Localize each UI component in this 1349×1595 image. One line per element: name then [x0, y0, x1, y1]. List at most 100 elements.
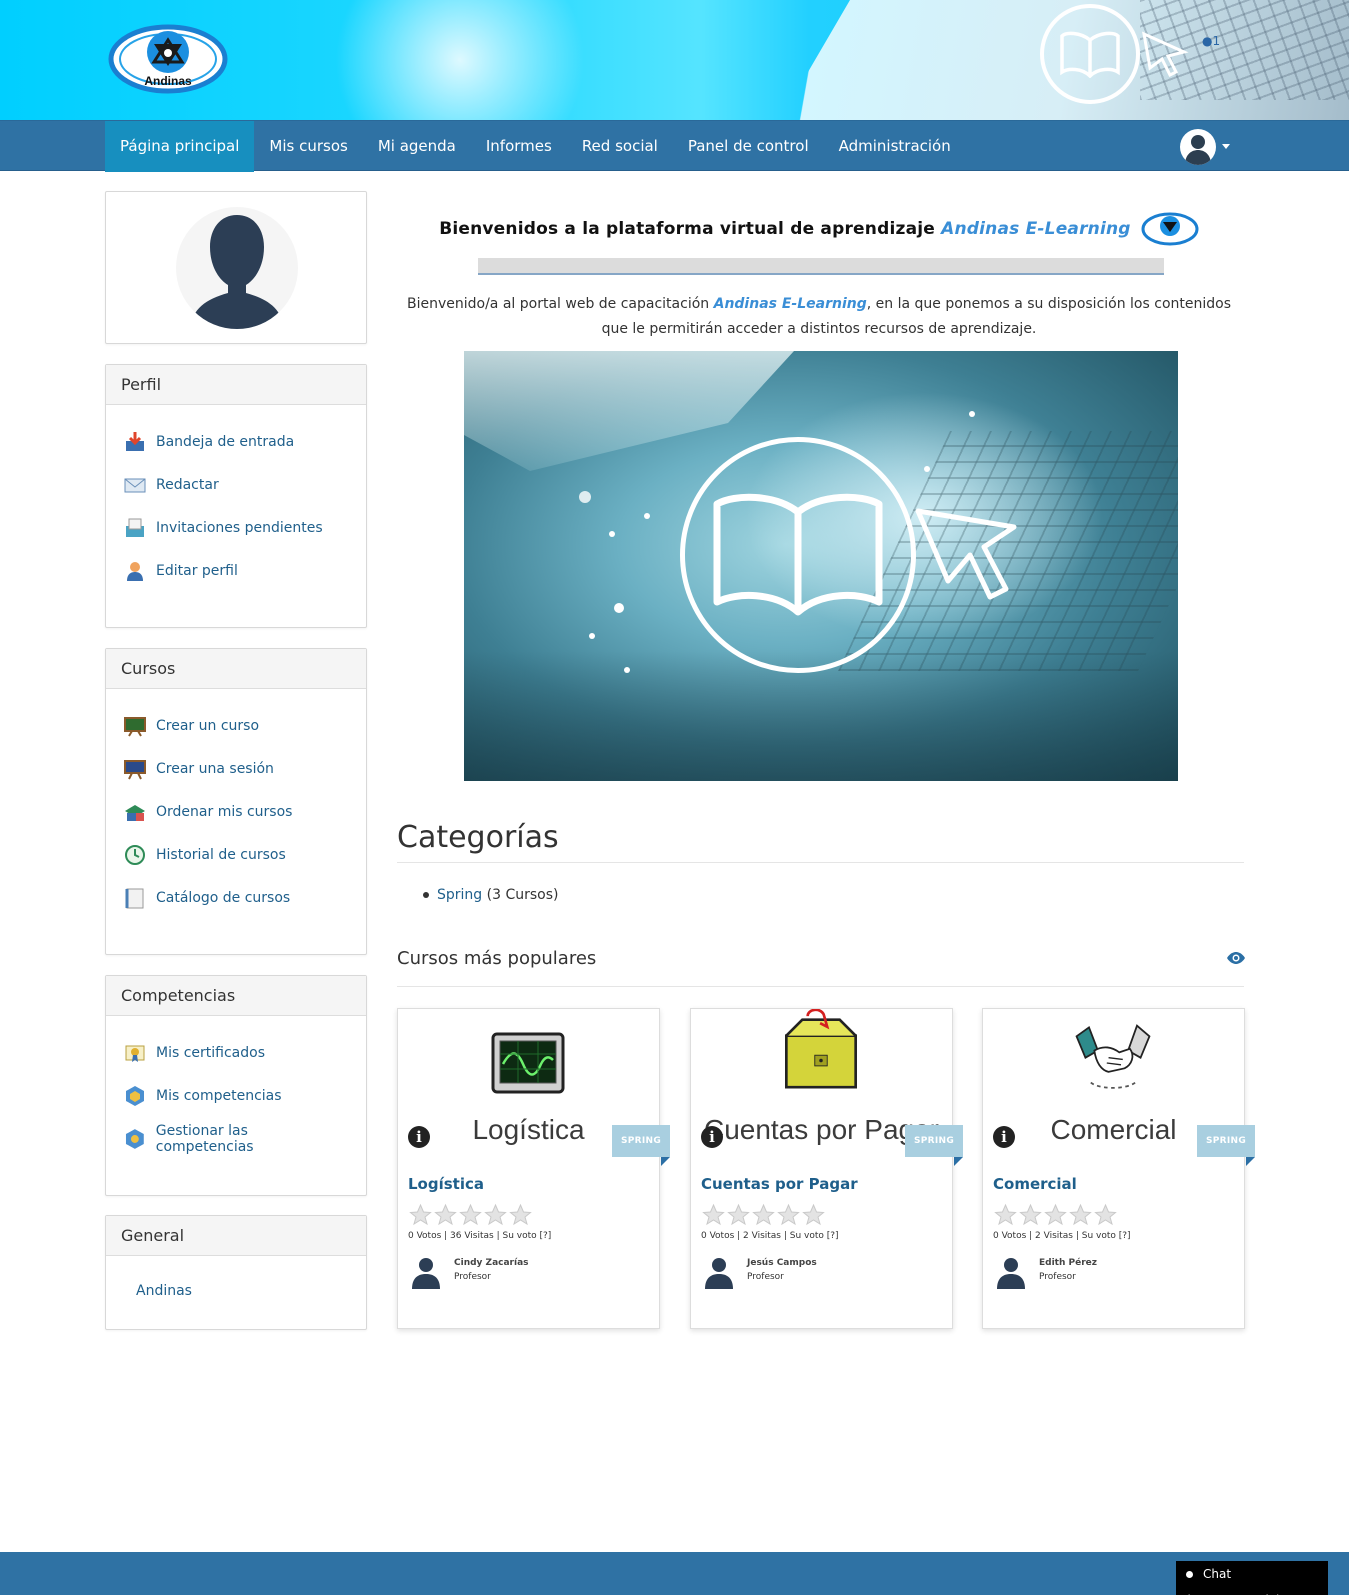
course-thumbnail[interactable]: Comercial i SPRING	[983, 1009, 1255, 1166]
course-title[interactable]: Comercial	[993, 1175, 1077, 1193]
monitor-icon	[491, 1032, 565, 1094]
course-thumbnail[interactable]: Cuentas por Pagar i SPRING	[691, 1009, 963, 1166]
star-icon[interactable]	[726, 1203, 751, 1227]
sidebar-item-label: Historial de cursos	[156, 846, 286, 863]
sidebar-item-course-catalog[interactable]: Catálogo de cursos	[124, 876, 348, 919]
teacher-name[interactable]: Jesús Campos	[747, 1258, 817, 1268]
star-icon[interactable]	[1093, 1203, 1118, 1227]
info-icon[interactable]: i	[408, 1126, 430, 1148]
nav-item-home[interactable]: Página principal	[105, 121, 255, 172]
sparkle	[644, 513, 650, 519]
sparkle	[579, 491, 591, 503]
sidebar-item-invitations[interactable]: Invitaciones pendientes	[124, 506, 348, 549]
andinas-logo[interactable]: Andinas	[108, 24, 228, 94]
nav-item-my-courses[interactable]: Mis cursos	[254, 121, 362, 172]
inbox-icon	[126, 431, 144, 451]
rating-stars[interactable]	[993, 1203, 1118, 1227]
nav-item-dashboard[interactable]: Panel de control	[673, 121, 824, 172]
chat-label: Chat (Desconectado)	[1186, 1567, 1281, 1595]
sidebar-item-label: Ordenar mis cursos	[156, 803, 293, 820]
sidebar-item-inbox[interactable]: Bandeja de entrada	[124, 420, 348, 463]
sparkle	[609, 531, 615, 537]
star-icon[interactable]	[1043, 1203, 1068, 1227]
invitation-icon	[126, 518, 144, 537]
star-icon[interactable]	[1068, 1203, 1093, 1227]
sparkle	[969, 411, 975, 417]
intro-brand: Andinas E-Learning	[713, 296, 867, 312]
course-card[interactable]: Comercial i SPRING Comercial 0 Votos | 2…	[982, 1008, 1255, 1329]
star-icon[interactable]	[776, 1203, 801, 1227]
chevron-down-icon[interactable]	[1222, 144, 1230, 149]
teacher-name[interactable]: Edith Pérez	[1039, 1258, 1097, 1268]
intro-text: Bienvenido/a al portal web de capacitaci…	[407, 296, 714, 312]
sidebar-item-my-skills[interactable]: Mis competencias	[124, 1074, 348, 1117]
teacher-name[interactable]: Cindy Zacarías	[454, 1258, 529, 1268]
sidebar-item-certificates[interactable]: Mis certificados	[124, 1031, 348, 1074]
cursor-arrow-icon	[915, 508, 1017, 600]
sidebar-item-andinas[interactable]: Andinas	[136, 1271, 366, 1311]
certificate-icon	[125, 1045, 145, 1062]
rating-stars[interactable]	[701, 1203, 826, 1227]
sidebar-item-sort-courses[interactable]: Ordenar mis cursos	[124, 790, 348, 833]
course-stats: 0 Votos | 2 Visitas | Su voto [?]	[701, 1231, 839, 1241]
profile-avatar[interactable]	[176, 207, 298, 329]
sidebar-item-create-course[interactable]: Crear un curso	[124, 704, 348, 747]
star-icon[interactable]	[508, 1203, 533, 1227]
cashbox-icon	[785, 1009, 857, 1089]
star-icon[interactable]	[701, 1203, 726, 1227]
eye-icon[interactable]	[1226, 951, 1246, 965]
course-card[interactable]: Logística i SPRING Logística 0 Votos | 3…	[397, 1008, 670, 1329]
star-icon[interactable]	[801, 1203, 826, 1227]
star-icon[interactable]	[751, 1203, 776, 1227]
sidebar-item-course-history[interactable]: Historial de cursos	[124, 833, 348, 876]
star-icon[interactable]	[433, 1203, 458, 1227]
welcome-title-text: Bienvenidos a la plataforma virtual de a…	[439, 219, 942, 239]
user-avatar-icon[interactable]	[1180, 129, 1216, 165]
main-navbar: Página principal Mis cursos Mi agenda In…	[0, 120, 1349, 172]
star-icon[interactable]	[1018, 1203, 1043, 1227]
course-stats: 0 Votos | 2 Visitas | Su voto [?]	[993, 1231, 1131, 1241]
category-link-spring[interactable]: Spring	[437, 887, 482, 903]
andinas-small-logo	[1141, 212, 1199, 246]
profile-panel-title: Perfil	[106, 365, 366, 405]
divider	[397, 862, 1244, 863]
star-icon[interactable]	[483, 1203, 508, 1227]
profile-panel: Perfil Bandeja de entrada Redactar Invit…	[105, 364, 367, 628]
teacher-role: Profesor	[1039, 1272, 1076, 1282]
course-title[interactable]: Cuentas por Pagar	[701, 1175, 858, 1193]
general-panel: General Andinas	[105, 1215, 367, 1330]
divider-bar	[478, 258, 1164, 275]
hero-image	[464, 351, 1178, 781]
sparkle	[624, 667, 630, 673]
rating-stars[interactable]	[408, 1203, 533, 1227]
course-stats: 0 Votos | 36 Visitas | Su voto [?]	[408, 1231, 552, 1241]
intro-paragraph: Bienvenido/a al portal web de capacitaci…	[397, 292, 1241, 342]
chat-button[interactable]: Chat (Desconectado)	[1176, 1561, 1328, 1595]
history-icon	[125, 844, 145, 865]
sparkle	[614, 603, 624, 613]
envelope-icon	[124, 478, 146, 492]
sidebar-item-label: Crear una sesión	[156, 760, 274, 777]
course-thumbnail[interactable]: Logística i SPRING	[398, 1009, 670, 1166]
star-icon[interactable]	[993, 1203, 1018, 1227]
nav-item-agenda[interactable]: Mi agenda	[363, 121, 471, 172]
banner-glow	[330, 0, 590, 120]
teacher-avatar-icon	[412, 1258, 440, 1289]
nav-item-admin[interactable]: Administración	[824, 121, 966, 172]
sort-courses-icon	[125, 804, 145, 821]
sidebar-item-edit-profile[interactable]: Editar perfil	[124, 549, 348, 592]
star-icon[interactable]	[458, 1203, 483, 1227]
info-icon[interactable]: i	[701, 1126, 723, 1148]
info-icon[interactable]: i	[993, 1126, 1015, 1148]
nav-item-reports[interactable]: Informes	[471, 121, 567, 172]
star-icon[interactable]	[408, 1203, 433, 1227]
courses-panel: Cursos Crear un curso Crear una sesión O…	[105, 648, 367, 955]
nav-item-social[interactable]: Red social	[567, 121, 673, 172]
course-title[interactable]: Logística	[408, 1175, 484, 1193]
sidebar-item-manage-skills[interactable]: Gestionar las competencias	[124, 1117, 348, 1160]
sidebar-item-label: Crear un curso	[156, 717, 260, 734]
sidebar-item-compose[interactable]: Redactar	[124, 463, 348, 506]
course-card[interactable]: Cuentas por Pagar i SPRING Cuentas por P…	[690, 1008, 963, 1329]
teacher-role: Profesor	[454, 1272, 491, 1282]
sidebar-item-create-session[interactable]: Crear una sesión	[124, 747, 348, 790]
